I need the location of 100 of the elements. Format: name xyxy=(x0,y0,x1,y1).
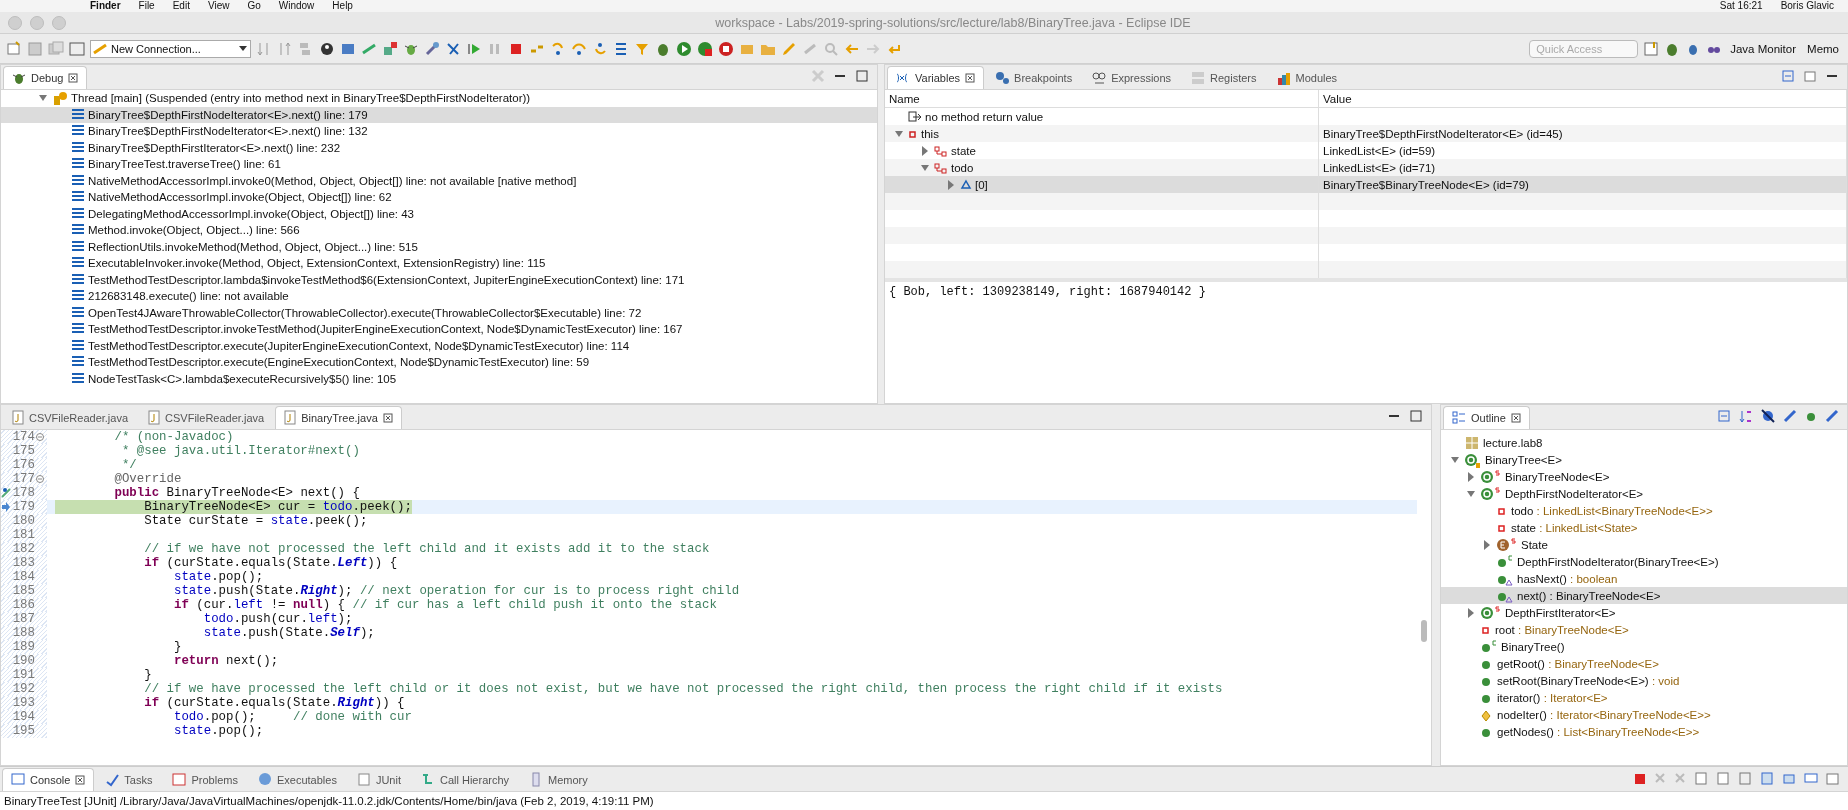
outline-item[interactable]: setRoot(BinaryTreeNode<E>) : void xyxy=(1497,674,1680,687)
maximize-icon[interactable] xyxy=(855,69,869,85)
view-tab[interactable]: Variables xyxy=(887,66,985,89)
clear-icon[interactable] xyxy=(1694,771,1708,787)
stack-frame[interactable]: 212683148.execute() line: not available xyxy=(1,288,877,305)
outline-item[interactable]: BinaryTree<E> xyxy=(1485,453,1562,466)
variable-name[interactable]: todo xyxy=(951,161,974,174)
view-tab[interactable]: Problems xyxy=(163,768,247,791)
stack-frame[interactable]: Method.invoke(Object, Object...) line: 566 xyxy=(1,222,877,239)
outline-item[interactable]: hasNext() : boolean xyxy=(1517,572,1618,585)
stack-frame[interactable]: BinaryTree$DepthFirstNodeIterator<E>.next() line: 132 xyxy=(1,123,877,140)
view-tab[interactable]: CSVFileReader.java xyxy=(3,406,138,429)
collapse-icon[interactable] xyxy=(1781,69,1795,85)
pin-icon[interactable] xyxy=(1782,771,1796,787)
hide-fields-icon[interactable] xyxy=(1761,409,1775,425)
step-into-icon[interactable] xyxy=(550,40,566,57)
stack-frame[interactable]: NodeTestTask<C>.lambda$executeRecursively$5() line: 105 xyxy=(1,370,877,387)
stack-frame[interactable]: BinaryTreeTest.traverseTree() line: 61 xyxy=(1,156,877,173)
view-tab[interactable]: CSVFileReader.java xyxy=(139,406,274,429)
variable-name[interactable]: [0] xyxy=(975,178,988,191)
connection-dropdown[interactable]: New Connection... xyxy=(90,39,251,58)
sort-icon[interactable] xyxy=(1739,409,1753,425)
scrollbar-thumb[interactable] xyxy=(1421,620,1427,642)
outline-item[interactable]: nodeIter() : Iterator<BinaryTreeNode<E>> xyxy=(1497,708,1711,721)
skip-icon[interactable] xyxy=(445,40,461,57)
stack-frame[interactable]: BinaryTree$DepthFirstNodeIterator<E>.next() line: 179 xyxy=(1,106,877,123)
menu-item[interactable]: Finder xyxy=(90,0,121,12)
column-header[interactable]: Name xyxy=(885,90,1319,108)
outline-item[interactable]: BinaryTreeNode<E> xyxy=(1505,470,1610,483)
variable-name[interactable]: state xyxy=(951,144,976,157)
perspective-button[interactable]: Memo xyxy=(1804,40,1842,57)
view-tab[interactable]: Registers xyxy=(1182,66,1266,89)
stack-frame[interactable]: TestMethodTestDescriptor.invokeTestMethod(JupiterEngineExecutionContext, Node$DynamicTestExecutor) line: 167 xyxy=(1,321,877,338)
terminate-icon[interactable] xyxy=(1634,771,1646,787)
outline-item[interactable]: DepthFirstIterator<E> xyxy=(1505,606,1616,619)
view-tab[interactable]: JUnit xyxy=(347,768,410,791)
view-tab[interactable]: Outline xyxy=(1443,406,1530,429)
variable-name[interactable]: no method return value xyxy=(925,110,1044,123)
coverage-icon[interactable] xyxy=(697,40,713,57)
stack-frame[interactable]: OpenTest4JAwareThrowableCollector(ThrowableCollector).execute(ThrowableCollector$Executable) line: 72 xyxy=(1,304,877,321)
view-tab[interactable]: BinaryTree.java xyxy=(275,406,402,429)
save-icon[interactable] xyxy=(27,40,43,57)
stack-frame[interactable]: NativeMethodAccessorImpl.invoke(Object, Object[]) line: 62 xyxy=(1,189,877,206)
new-console-icon[interactable] xyxy=(1826,771,1840,787)
stack-frame[interactable]: ExecutableInvoker.invoke(Method, Object, ExtensionContext, ExtensionRegistry) line: 115 xyxy=(1,255,877,272)
show-on-output-icon[interactable] xyxy=(1760,771,1774,787)
menu-item[interactable]: Go xyxy=(247,0,261,12)
maximize-icon[interactable] xyxy=(1409,409,1423,425)
menu-item[interactable]: View xyxy=(207,0,230,12)
stack-frame[interactable]: ReflectionUtils.invokeMethod(Method, Object, Object...) line: 515 xyxy=(1,238,877,255)
stack-frame[interactable]: TestMethodTestDescriptor.lambda$invokeTestMethod$6(ExtensionContext, JupiterEngineExecutionContext) line: 171 xyxy=(1,271,877,288)
save-all-icon[interactable] xyxy=(48,40,64,57)
outline-item[interactable]: state : LinkedList<State> xyxy=(1511,521,1638,534)
stack-frame[interactable]: TestMethodTestDescriptor.execute(EngineExecutionContext, Node$DynamicTestExecutor) line: 59 xyxy=(1,354,877,371)
view-tab[interactable]: Debug xyxy=(3,66,88,89)
view-tab[interactable]: Executables xyxy=(248,768,346,791)
variable-name[interactable]: this xyxy=(921,127,939,140)
step-return-icon[interactable] xyxy=(592,40,608,57)
stack-frame[interactable]: NativeMethodAccessorImpl.invoke0(Method, Object, Object[]) line: not available [native method] xyxy=(1,172,877,189)
close-icon[interactable] xyxy=(75,772,86,788)
thread-label[interactable]: Thread [main] (Suspended (entry into method next in BinaryTree$DepthFirstNodeIterator)) xyxy=(71,92,531,105)
view-tab[interactable]: Call Hierarchy xyxy=(411,768,519,791)
menu-item[interactable]: Help xyxy=(332,0,353,12)
menu-item[interactable]: File xyxy=(138,0,155,12)
outline-item[interactable]: getRoot() : BinaryTreeNode<E> xyxy=(1497,657,1659,670)
outline-item[interactable]: DepthFirstNodeIterator(BinaryTree<E>) xyxy=(1517,555,1719,568)
view-tab[interactable]: Memory xyxy=(520,768,597,791)
run-icon[interactable] xyxy=(676,40,692,57)
outline-item[interactable]: todo : LinkedList<BinaryTreeNode<E>> xyxy=(1511,504,1713,517)
view-tab[interactable]: Modules xyxy=(1267,66,1347,89)
outline-item[interactable]: DepthFirstNodeIterator<E> xyxy=(1505,487,1644,500)
open-perspective-icon[interactable] xyxy=(1643,40,1660,57)
menu-item[interactable]: Edit xyxy=(172,0,190,12)
outline-item[interactable]: State xyxy=(1521,538,1548,551)
terminal-icon[interactable] xyxy=(69,40,85,57)
view-tab[interactable]: Console xyxy=(2,768,95,791)
user-name[interactable]: Boris Glavic xyxy=(1780,0,1834,12)
view-tab[interactable]: Tasks xyxy=(96,768,162,791)
new-icon[interactable] xyxy=(6,40,22,57)
pencil-icon[interactable] xyxy=(781,40,797,57)
stack-frame[interactable]: DelegatingMethodAccessorImpl.invoke(Object, Object[]) line: 43 xyxy=(1,205,877,222)
outline-item[interactable]: BinaryTree() xyxy=(1501,640,1565,653)
close-icon[interactable] xyxy=(382,410,393,426)
scroll-lock-icon[interactable] xyxy=(1716,771,1730,787)
outline-item[interactable]: lecture.lab8 xyxy=(1483,436,1543,449)
outline-item[interactable]: getNodes() : List<BinaryTreeNode<E>> xyxy=(1497,725,1700,738)
perspective-button[interactable]: Java Monitor xyxy=(1727,40,1800,57)
word-wrap-icon[interactable] xyxy=(1738,771,1752,787)
external-tools-icon[interactable] xyxy=(718,40,734,57)
close-icon[interactable] xyxy=(68,70,79,86)
outline-item[interactable]: iterator() : Iterator<E> xyxy=(1497,691,1608,704)
close-icon[interactable] xyxy=(965,70,976,86)
outline-item[interactable]: root : BinaryTreeNode<E> xyxy=(1495,623,1629,636)
close-icon[interactable] xyxy=(1510,410,1521,426)
column-header[interactable]: Value xyxy=(1319,90,1847,108)
collapse-icon[interactable] xyxy=(1717,409,1731,425)
quick-access-field[interactable]: Quick Access xyxy=(1529,39,1639,58)
stack-frame[interactable]: TestMethodTestDescriptor.execute(JupiterEngineExecutionContext, Node$DynamicTestExecutor) line: 114 xyxy=(1,337,877,354)
view-tab[interactable]: Breakpoints xyxy=(986,66,1082,89)
wrench-icon[interactable] xyxy=(424,40,440,57)
